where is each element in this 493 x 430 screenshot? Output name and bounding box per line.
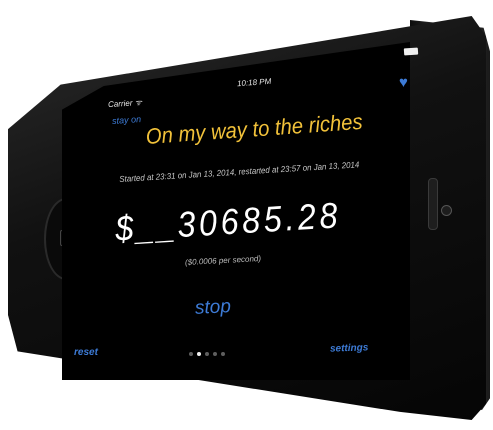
page-dot[interactable] <box>221 352 225 356</box>
stop-button[interactable]: stop <box>194 296 231 320</box>
page-dot[interactable] <box>205 352 209 356</box>
reset-button[interactable]: reset <box>74 347 98 358</box>
amount-prefix: $__ <box>114 204 179 249</box>
speaker-grille <box>428 178 438 230</box>
heart-icon[interactable]: ♥ <box>399 74 408 91</box>
carrier-label: Carrier ᯤ <box>107 97 143 110</box>
stay-on-button[interactable]: stay on <box>112 114 142 126</box>
page-dot[interactable] <box>189 352 193 356</box>
settings-button[interactable]: settings <box>330 342 369 354</box>
camera-icon <box>441 205 452 216</box>
amount-value: 30685.28 <box>176 194 343 246</box>
device-stage: Carrier ᯤ 10:18 PM ♥ stay on On my way t… <box>0 0 493 430</box>
page-dot[interactable] <box>197 352 201 356</box>
battery-icon <box>403 47 419 56</box>
page-indicator[interactable] <box>189 352 225 356</box>
page-dot[interactable] <box>213 352 217 356</box>
